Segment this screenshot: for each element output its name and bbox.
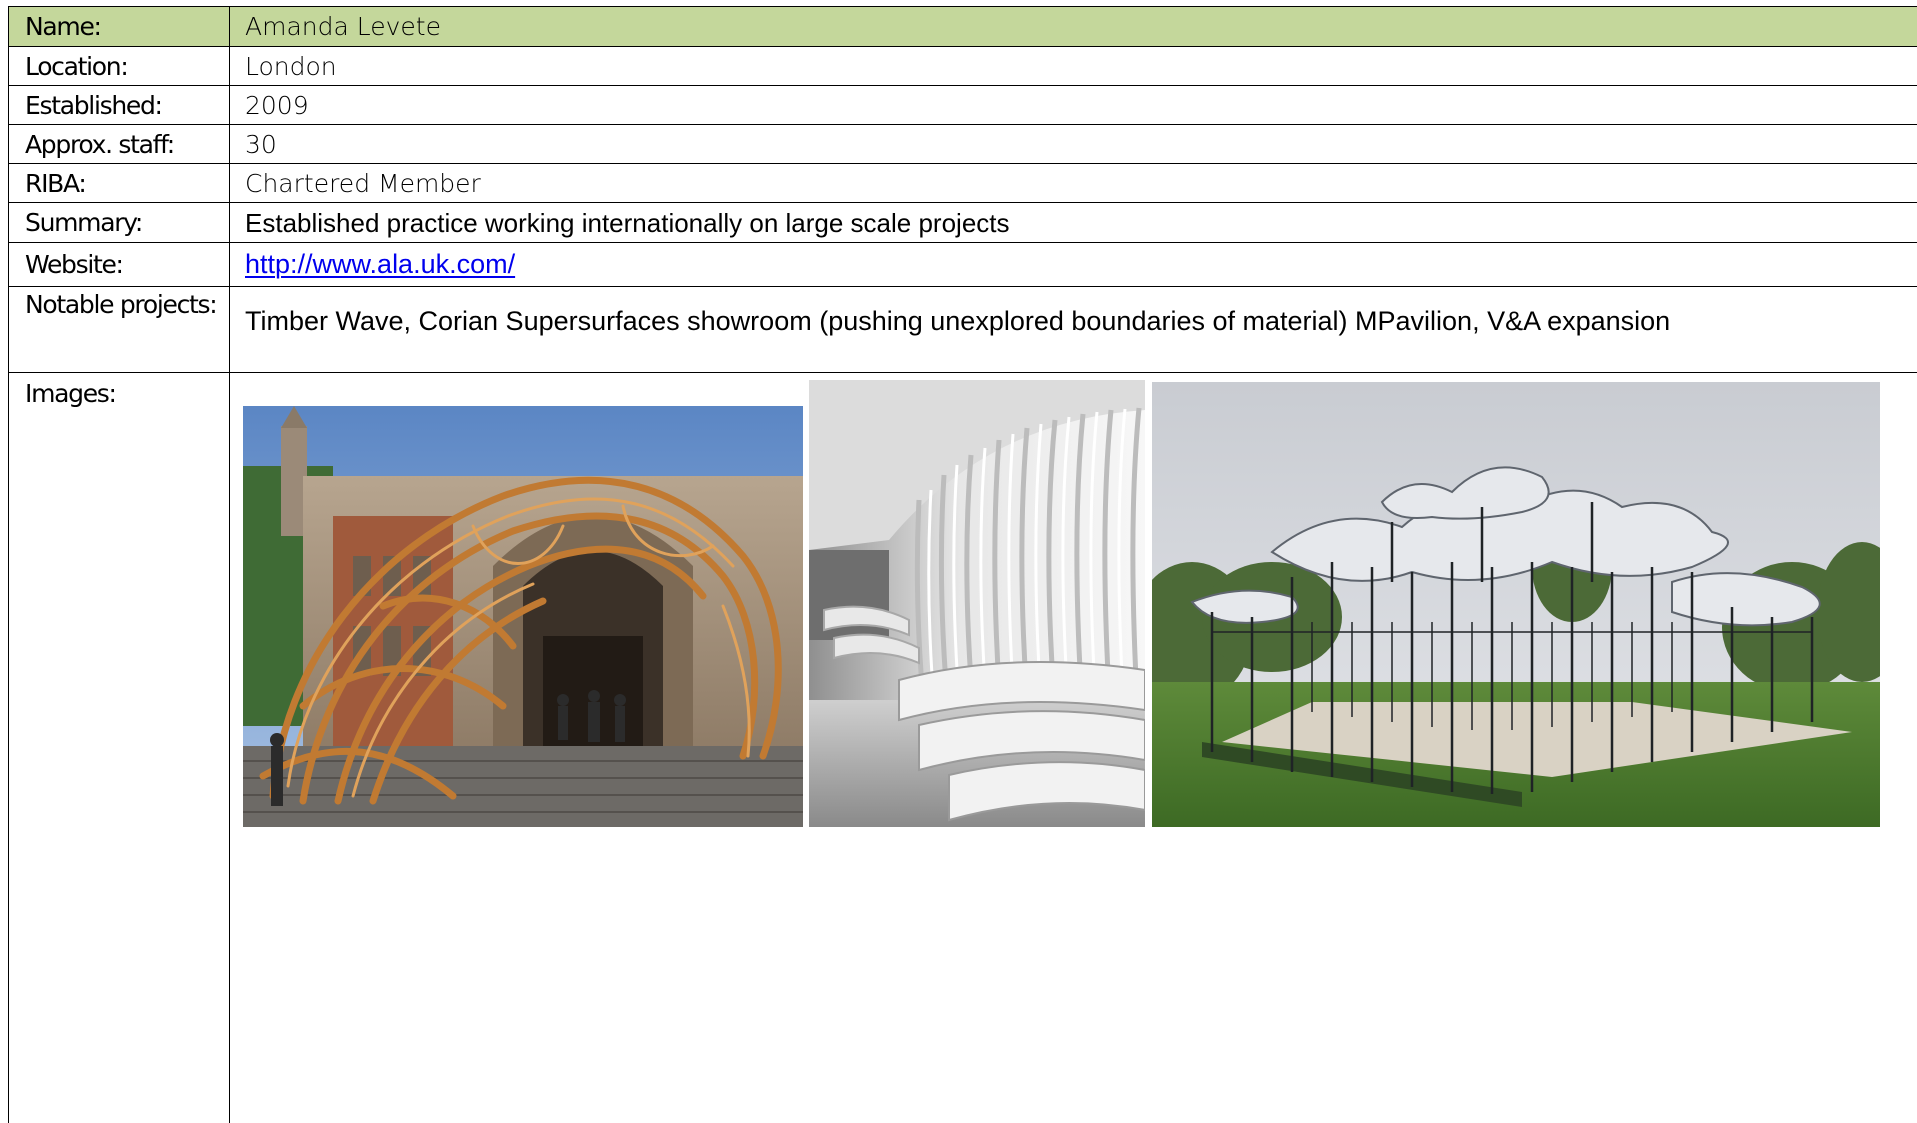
name-label: Name: bbox=[8, 6, 230, 47]
location-text: London bbox=[245, 51, 337, 81]
row-summary: Summary: Established practice working in… bbox=[8, 202, 1917, 243]
row-riba: RIBA: Chartered Member bbox=[8, 163, 1917, 203]
corian-showroom-photo bbox=[809, 380, 1145, 827]
row-established: Established: 2009 bbox=[8, 85, 1917, 125]
mpavilion-photo bbox=[1152, 382, 1880, 827]
location-label: Location: bbox=[8, 46, 230, 86]
location-value: London bbox=[229, 46, 1917, 86]
riba-label: RIBA: bbox=[8, 163, 230, 203]
website-link[interactable]: http://www.ala.uk.com/ bbox=[245, 249, 515, 279]
summary-value: Established practice working internation… bbox=[229, 202, 1917, 243]
established-text: 2009 bbox=[245, 90, 309, 120]
summary-label: Summary: bbox=[8, 202, 230, 243]
row-location: Location: London bbox=[8, 46, 1917, 86]
website-label: Website: bbox=[8, 242, 230, 287]
staff-text: 30 bbox=[245, 129, 277, 159]
name-text: Amanda Levete bbox=[245, 12, 441, 41]
timber-wave-photo bbox=[243, 406, 803, 827]
profile-table: Name: Amanda Levete Location: London Est… bbox=[8, 6, 1917, 1123]
established-label: Established: bbox=[8, 85, 230, 125]
notable-projects-value: Timber Wave, Corian Supersurfaces showro… bbox=[229, 286, 1917, 373]
row-name: Name: Amanda Levete bbox=[8, 6, 1917, 47]
riba-text: Chartered Member bbox=[245, 168, 481, 198]
established-value: 2009 bbox=[229, 85, 1917, 125]
row-images: Images: bbox=[8, 372, 1917, 1123]
row-staff: Approx. staff: 30 bbox=[8, 124, 1917, 164]
images-label: Images: bbox=[8, 372, 230, 1123]
images-cell bbox=[229, 372, 1917, 1123]
profile-sheet: Name: Amanda Levete Location: London Est… bbox=[8, 6, 1917, 1123]
images-area bbox=[231, 374, 1917, 1123]
website-value: http://www.ala.uk.com/ bbox=[229, 242, 1917, 287]
staff-label: Approx. staff: bbox=[8, 124, 230, 164]
row-notable-projects: Notable projects: Timber Wave, Corian Su… bbox=[8, 286, 1917, 373]
name-value: Amanda Levete bbox=[229, 6, 1917, 47]
row-website: Website: http://www.ala.uk.com/ bbox=[8, 242, 1917, 287]
notable-projects-label: Notable projects: bbox=[8, 286, 230, 373]
riba-value: Chartered Member bbox=[229, 163, 1917, 203]
staff-value: 30 bbox=[229, 124, 1917, 164]
